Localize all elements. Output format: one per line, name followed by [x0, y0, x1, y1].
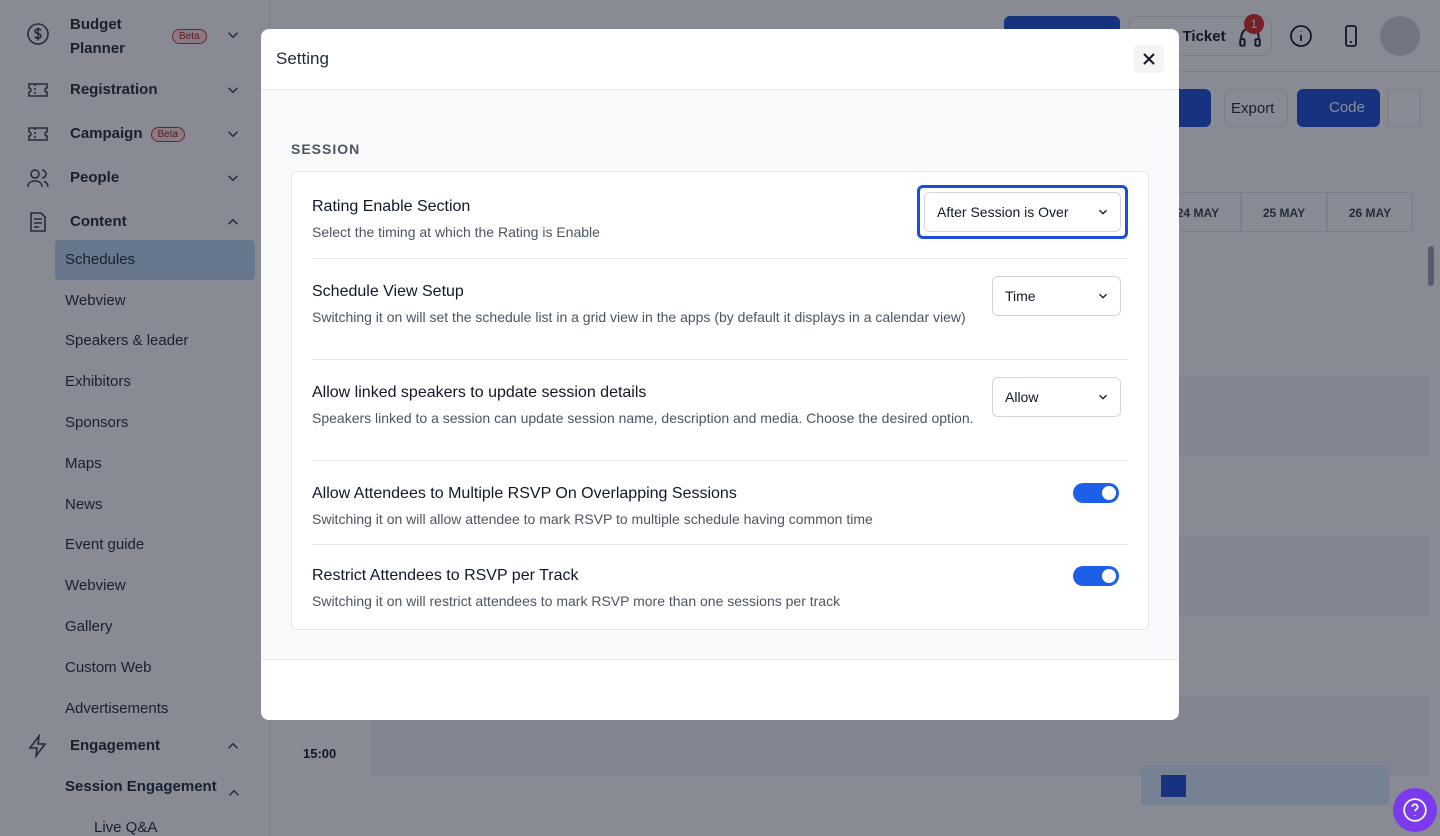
close-button[interactable]: [1134, 45, 1164, 73]
row-description: Switching it on will set the schedule li…: [312, 309, 966, 325]
setting-row-schedule-view: Schedule View Setup Switching it on will…: [312, 259, 1128, 359]
row-title: Restrict Attendees to RSVP per Track: [312, 567, 579, 584]
setting-row-restrict-rsvp: Restrict Attendees to RSVP per Track Swi…: [312, 545, 1128, 631]
question-icon: [1403, 798, 1427, 822]
chevron-down-icon: [1099, 293, 1107, 299]
linked-speakers-select[interactable]: Allow: [992, 377, 1121, 417]
row-description: Select the timing at which the Rating is…: [312, 224, 600, 240]
settings-modal: Setting SESSION Rating Enable Section Se…: [261, 29, 1179, 720]
settings-card: Rating Enable Section Select the timing …: [291, 171, 1149, 630]
close-icon: [1143, 53, 1155, 65]
select-value: After Session is Over: [937, 204, 1069, 220]
row-title: Allow Attendees to Multiple RSVP On Over…: [312, 485, 737, 502]
modal-header: Setting: [261, 29, 1179, 90]
multiple-rsvp-toggle[interactable]: [1073, 483, 1119, 503]
help-button[interactable]: [1393, 788, 1437, 832]
row-description: Switching it on will allow attendee to m…: [312, 511, 873, 527]
schedule-view-select[interactable]: Time: [992, 276, 1121, 316]
setting-row-rating: Rating Enable Section Select the timing …: [312, 172, 1128, 258]
setting-row-linked-speakers: Allow linked speakers to update session …: [312, 360, 1128, 460]
toggle-knob: [1102, 486, 1116, 500]
row-description: Switching it on will restrict attendees …: [312, 593, 841, 609]
row-description: Speakers linked to a session can update …: [312, 410, 974, 426]
modal-body: SESSION Rating Enable Section Select the…: [261, 90, 1179, 660]
chevron-down-icon: [1099, 209, 1107, 215]
chevron-down-icon: [1099, 394, 1107, 400]
row-title: Rating Enable Section: [312, 198, 471, 215]
restrict-rsvp-toggle[interactable]: [1073, 566, 1119, 586]
select-value: Allow: [1005, 389, 1039, 405]
setting-row-multiple-rsvp: Allow Attendees to Multiple RSVP On Over…: [312, 461, 1128, 544]
section-label: SESSION: [291, 141, 361, 157]
toggle-knob: [1102, 569, 1116, 583]
row-title: Allow linked speakers to update session …: [312, 384, 647, 401]
rating-timing-select[interactable]: After Session is Over: [924, 192, 1121, 232]
row-title: Schedule View Setup: [312, 283, 464, 300]
modal-title: Setting: [276, 49, 329, 68]
select-value: Time: [1005, 288, 1036, 304]
